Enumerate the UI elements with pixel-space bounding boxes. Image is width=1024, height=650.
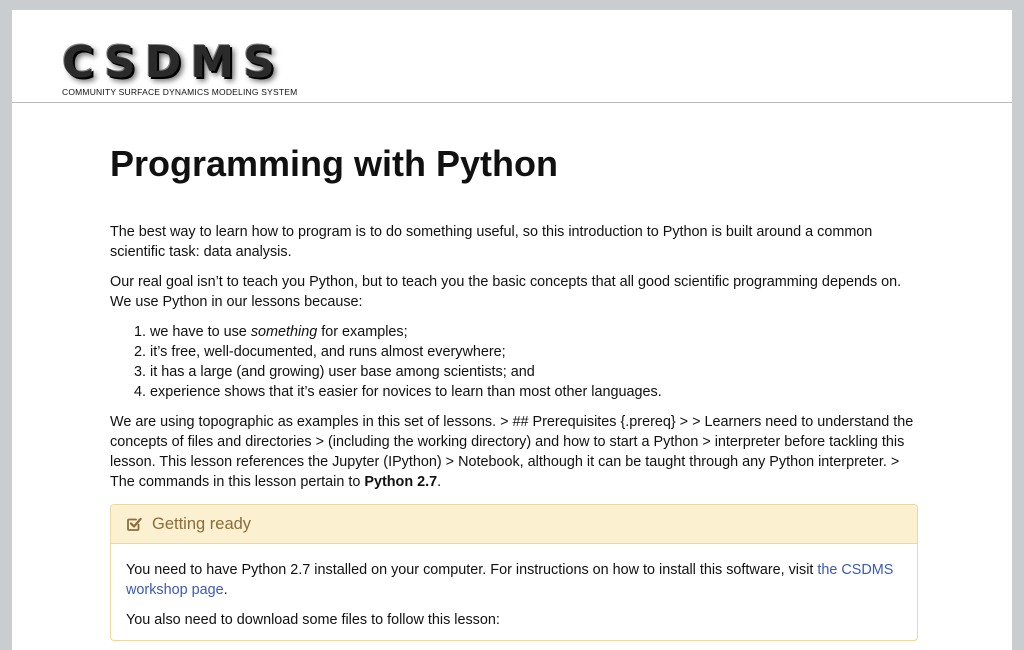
logo-subtitle: COMMUNITY SURFACE DYNAMICS MODELING SYST… <box>62 87 298 97</box>
callout-header: Getting ready <box>111 505 917 544</box>
logo-wordmark: CSDMS <box>62 37 284 88</box>
main-content: Programming with Python The best way to … <box>110 102 918 641</box>
intro-paragraph-2: Our real goal isn’t to teach you Python,… <box>110 274 902 310</box>
list-item: experience shows that it’s easier for no… <box>150 382 916 402</box>
callout-body: You need to have Python 2.7 installed on… <box>111 544 917 630</box>
list-item-text: we have to use <box>150 324 251 340</box>
site-header: CSDMS COMMUNITY SURFACE DYNAMICS MODELIN… <box>12 10 1012 103</box>
list-item: it has a large (and growing) user base a… <box>150 362 916 382</box>
callout-paragraph-1: You need to have Python 2.7 installed on… <box>126 560 902 600</box>
intro-paragraph-1: The best way to learn how to program is … <box>110 224 873 260</box>
getting-ready-callout: Getting ready You need to have Python 2.… <box>110 504 918 641</box>
callout-text: You need to have Python 2.7 installed on… <box>126 562 818 578</box>
list-item: we have to use something for examples; <box>150 322 916 342</box>
callout-paragraph-2: You also need to download some files to … <box>126 612 500 628</box>
page-title: Programming with Python <box>110 143 559 184</box>
check-square-icon <box>126 516 142 532</box>
callout-title: Getting ready <box>152 514 252 533</box>
csdms-logo[interactable]: CSDMS COMMUNITY SURFACE DYNAMICS MODELIN… <box>62 37 298 98</box>
reasons-list: we have to use something for examples; i… <box>110 322 916 402</box>
list-item-text: for examples; <box>317 324 408 340</box>
prereq-paragraph: We are using topographic as examples in … <box>110 412 916 492</box>
prereq-end: . <box>437 474 442 490</box>
callout-text-end: . <box>223 582 228 598</box>
list-item: it’s free, well-documented, and runs alm… <box>150 342 916 362</box>
page: CSDMS COMMUNITY SURFACE DYNAMICS MODELIN… <box>12 10 1012 650</box>
list-item-emphasis: something <box>250 324 318 340</box>
prereq-text: We are using topographic as examples in … <box>110 414 914 490</box>
python-version: Python 2.7 <box>364 474 438 490</box>
